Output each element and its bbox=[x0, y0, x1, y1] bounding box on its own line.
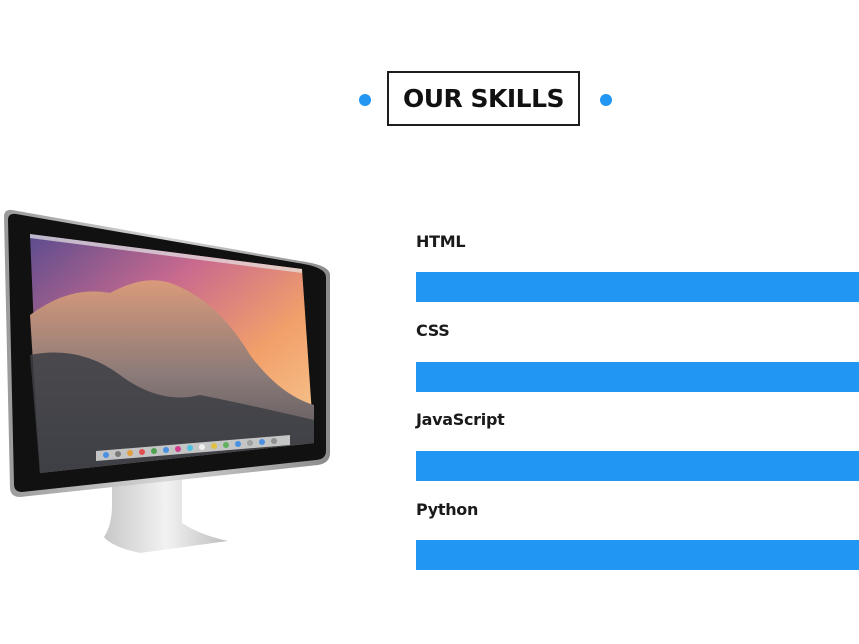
section-title-box: OUR SKILLS bbox=[387, 71, 580, 126]
skill-bar-python bbox=[416, 540, 859, 570]
skill-bar-fill bbox=[416, 451, 859, 481]
skill-bar-html bbox=[416, 272, 859, 302]
skill-label-html: HTML bbox=[416, 232, 466, 251]
skill-label-python: Python bbox=[416, 500, 479, 519]
skill-bar-javascript bbox=[416, 451, 859, 481]
left-dot-icon bbox=[359, 94, 371, 106]
skill-label-css: CSS bbox=[416, 321, 450, 340]
desktop-monitor-icon bbox=[0, 205, 335, 555]
section-header: OUR SKILLS bbox=[0, 71, 859, 129]
skill-bar-fill bbox=[416, 540, 859, 570]
skill-bar-fill bbox=[416, 362, 859, 392]
skill-label-javascript: JavaScript bbox=[416, 410, 505, 429]
section-title: OUR SKILLS bbox=[402, 84, 565, 113]
right-dot-icon bbox=[600, 94, 612, 106]
skill-bar-css bbox=[416, 362, 859, 392]
skills-section: OUR SKILLS HTML CSS JavaScript Python bbox=[0, 0, 859, 644]
skill-bar-fill bbox=[416, 272, 859, 302]
